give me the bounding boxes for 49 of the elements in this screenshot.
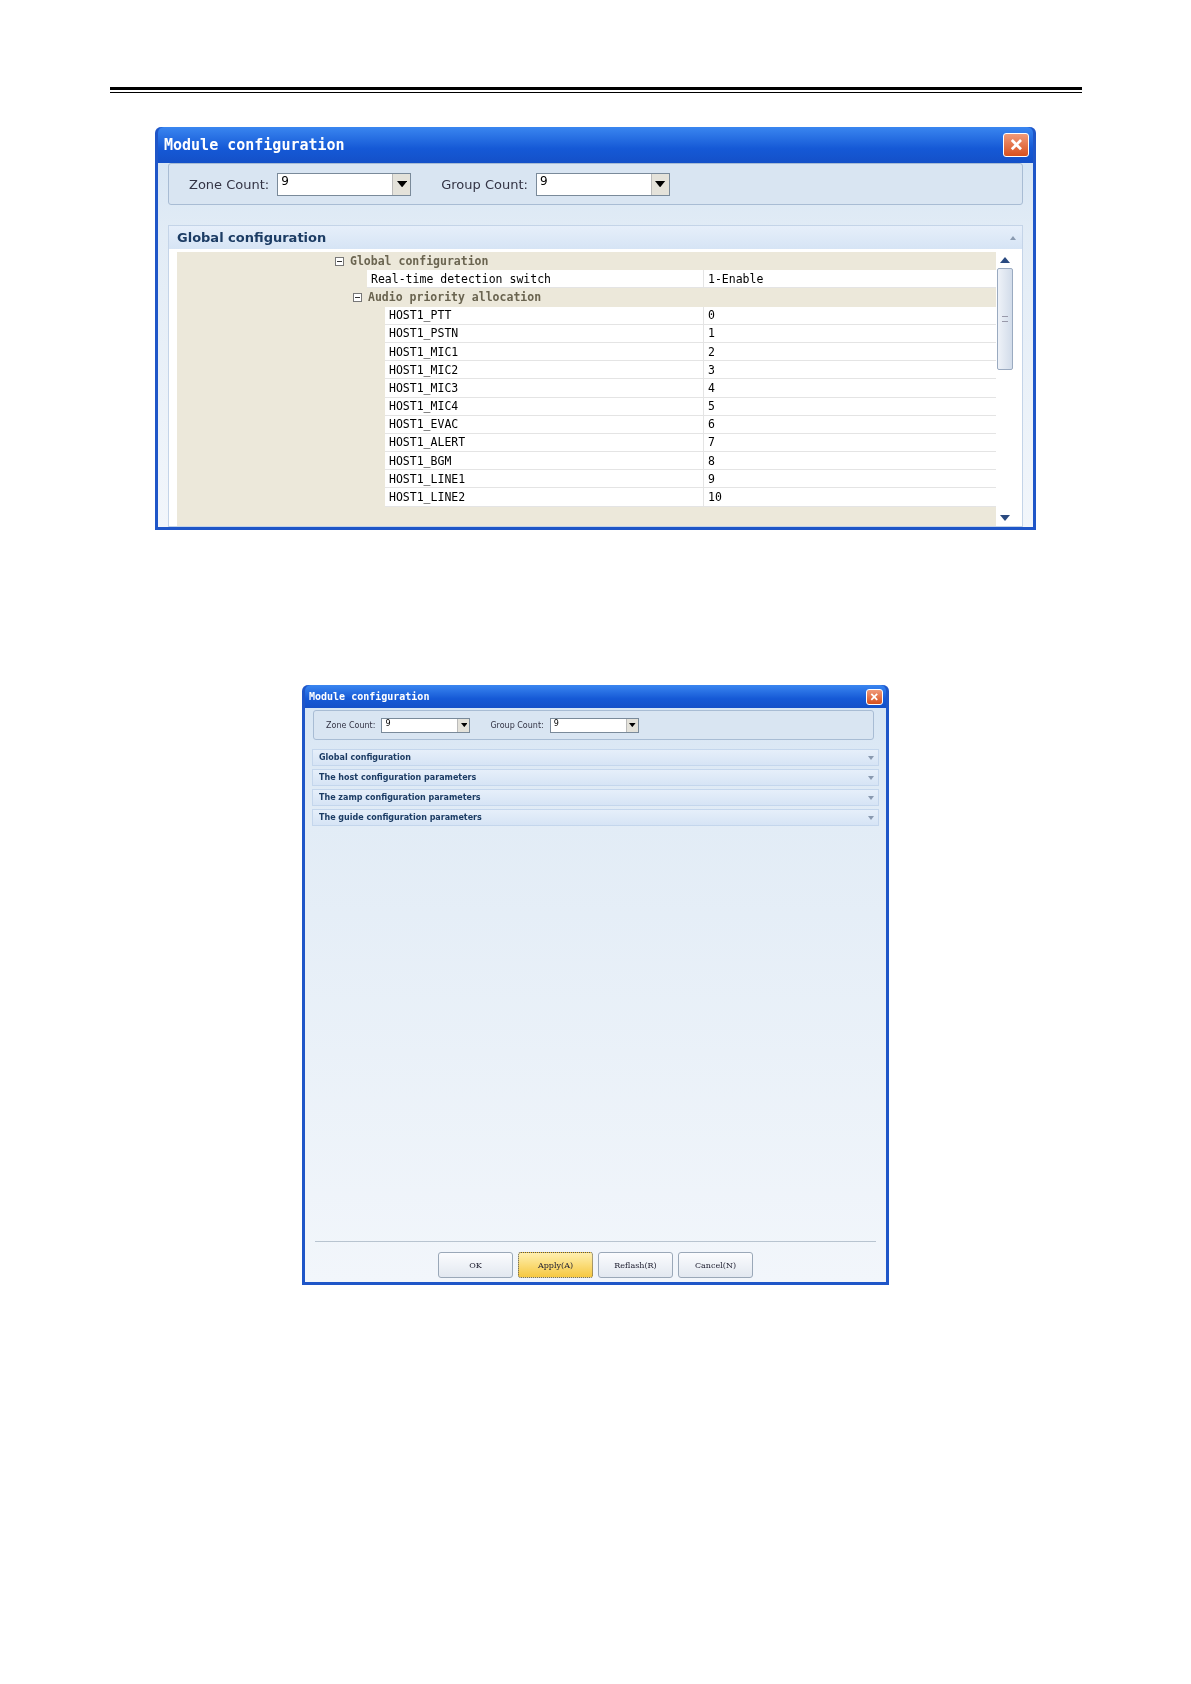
caret-icon: [628, 722, 636, 728]
caret-icon: [396, 180, 407, 188]
property-value[interactable]: 8: [704, 452, 996, 471]
section-header[interactable]: The host configuration parameters: [312, 769, 879, 786]
property-value[interactable]: 1-Enable: [704, 270, 996, 289]
scroll-up-icon[interactable]: [1000, 257, 1010, 263]
property-name: HOST1_LINE1: [385, 470, 704, 489]
zone-count-dropdown[interactable]: 9: [381, 717, 471, 733]
chevron-icon: [868, 755, 874, 760]
category-label: Global configuration: [350, 254, 489, 269]
section-header[interactable]: The zamp configuration parameters: [312, 789, 879, 806]
section-header[interactable]: Global configuration: [312, 749, 879, 766]
chevron-icon: [868, 775, 874, 780]
category-label: Audio priority allocation: [368, 290, 542, 305]
property-value[interactable]: 10: [704, 488, 996, 507]
group-count-label: Group Count:: [490, 720, 544, 730]
property-name: HOST1_MIC2: [385, 361, 704, 380]
property-name: HOST1_LINE2: [385, 488, 704, 507]
window-title: Module configuration: [164, 136, 345, 154]
collapse-icon[interactable]: [335, 256, 344, 266]
chevron-icon: [1010, 235, 1016, 240]
section-header[interactable]: Global configuration: [169, 226, 1022, 249]
property-value[interactable]: 3: [704, 361, 996, 380]
chevron-icon: [868, 795, 874, 800]
group-count-dropdown[interactable]: 9: [549, 717, 639, 733]
dialog-button[interactable]: Reflash(R): [598, 1252, 673, 1278]
group-count-label: Group Count:: [441, 176, 528, 192]
section-header[interactable]: The guide configuration parameters: [312, 809, 879, 826]
zone-count-dropdown[interactable]: 9: [277, 172, 412, 196]
zone-count-label: Zone Count:: [326, 720, 376, 730]
dialog-button[interactable]: Apply(A): [518, 1252, 593, 1278]
property-value[interactable]: 9: [704, 470, 996, 489]
property-name: HOST1_BGM: [385, 452, 704, 471]
dialog-button[interactable]: OK: [438, 1252, 513, 1278]
group-count-dropdown[interactable]: 9: [535, 172, 670, 196]
close-button[interactable]: [866, 688, 883, 705]
scroll-down-icon[interactable]: [1000, 515, 1010, 521]
dialog-button[interactable]: Cancel(N): [678, 1252, 753, 1278]
window-title: Module configuration: [309, 691, 430, 702]
property-name: HOST1_MIC3: [385, 379, 704, 398]
close-icon: [869, 691, 880, 702]
property-name: Real-time detection switch: [367, 270, 704, 289]
chevron-icon: [868, 815, 874, 820]
zone-count-label: Zone Count:: [189, 176, 270, 192]
caret-icon: [460, 722, 468, 728]
property-value[interactable]: 4: [704, 379, 996, 398]
close-button[interactable]: [1003, 133, 1029, 157]
caret-icon: [655, 180, 666, 188]
collapse-icon[interactable]: [353, 292, 362, 302]
